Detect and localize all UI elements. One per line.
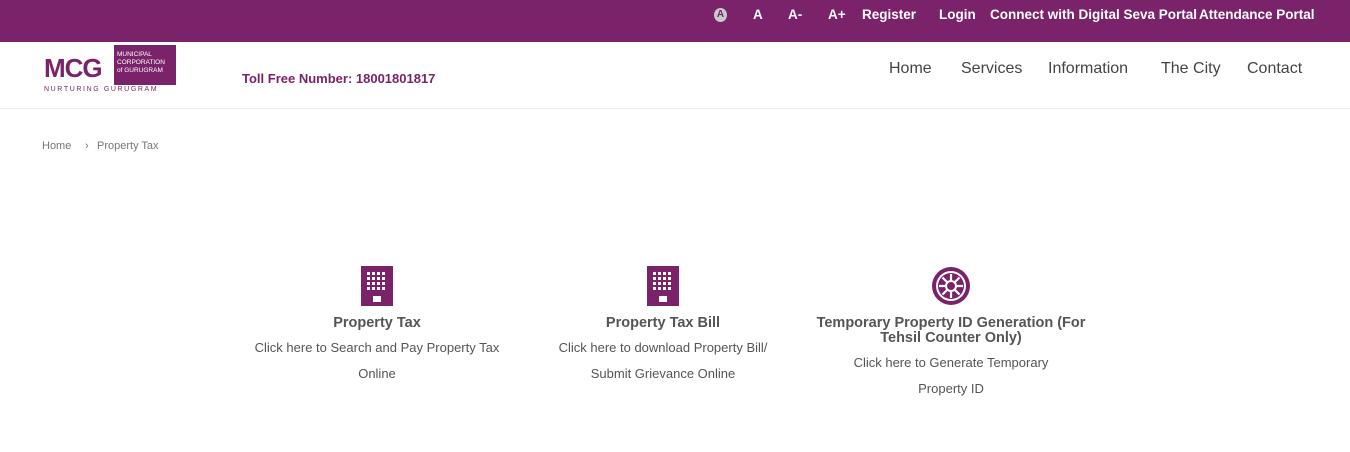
card-description[interactable]: Click here to download Property Bill/ Su…	[518, 335, 808, 387]
digital-seva-portal-link[interactable]: Connect with Digital Seva Portal	[990, 7, 1197, 22]
nav-information[interactable]: Information	[1048, 60, 1128, 78]
nav-contact[interactable]: Contact	[1247, 60, 1302, 78]
top-utility-bar: A A A- A+ Register Login Connect with Di…	[0, 0, 1350, 42]
logo-line-2: CORPORATION	[117, 59, 165, 66]
mcg-logo[interactable]: MCG MUNICIPAL CORPORATION of GURUGRAM NU…	[42, 45, 176, 97]
card-title[interactable]: Property Tax Bill	[518, 316, 808, 331]
breadcrumb-home[interactable]: Home	[42, 140, 71, 152]
font-size-normal-button[interactable]: A	[753, 7, 763, 22]
building-icon	[361, 266, 393, 306]
card-title[interactable]: Temporary Property ID Generation (For Te…	[806, 316, 1096, 346]
service-card-temporary-property-id[interactable]: Temporary Property ID Generation (For Te…	[806, 266, 1096, 402]
service-card-property-tax[interactable]: Property Tax Click here to Search and Pa…	[232, 266, 522, 387]
main-header: MCG MUNICIPAL CORPORATION of GURUGRAM NU…	[0, 42, 1350, 109]
card-title[interactable]: Property Tax	[232, 316, 522, 331]
breadcrumb-current: Property Tax	[97, 140, 159, 152]
card-description[interactable]: Click here to Generate Temporary Propert…	[806, 350, 1096, 402]
register-link[interactable]: Register	[862, 7, 916, 22]
logo-letters: MCG	[44, 53, 103, 83]
toll-free-number: Toll Free Number: 18001801817	[242, 71, 436, 86]
login-link[interactable]: Login	[939, 7, 976, 22]
breadcrumb-separator-icon: ›	[85, 140, 89, 152]
nav-services[interactable]: Services	[961, 60, 1022, 78]
logo-line-3: of GURUGRAM	[117, 67, 163, 74]
font-size-decrease-button[interactable]: A-	[788, 7, 802, 22]
font-size-increase-button[interactable]: A+	[828, 7, 846, 22]
emblem-icon	[932, 267, 970, 305]
nav-the-city[interactable]: The City	[1161, 60, 1221, 78]
logo-tagline: NURTURING GURUGRAM	[44, 86, 159, 93]
logo-line-1: MUNICIPAL	[117, 51, 152, 58]
building-icon	[647, 266, 679, 306]
logo-box: MUNICIPAL CORPORATION of GURUGRAM	[114, 45, 176, 85]
nav-home[interactable]: Home	[889, 60, 932, 78]
service-card-property-tax-bill[interactable]: Property Tax Bill Click here to download…	[518, 266, 808, 387]
card-description[interactable]: Click here to Search and Pay Property Ta…	[232, 335, 522, 387]
contrast-toggle-icon[interactable]: A	[714, 8, 727, 22]
attendance-portal-link[interactable]: Attendance Portal	[1199, 7, 1315, 22]
